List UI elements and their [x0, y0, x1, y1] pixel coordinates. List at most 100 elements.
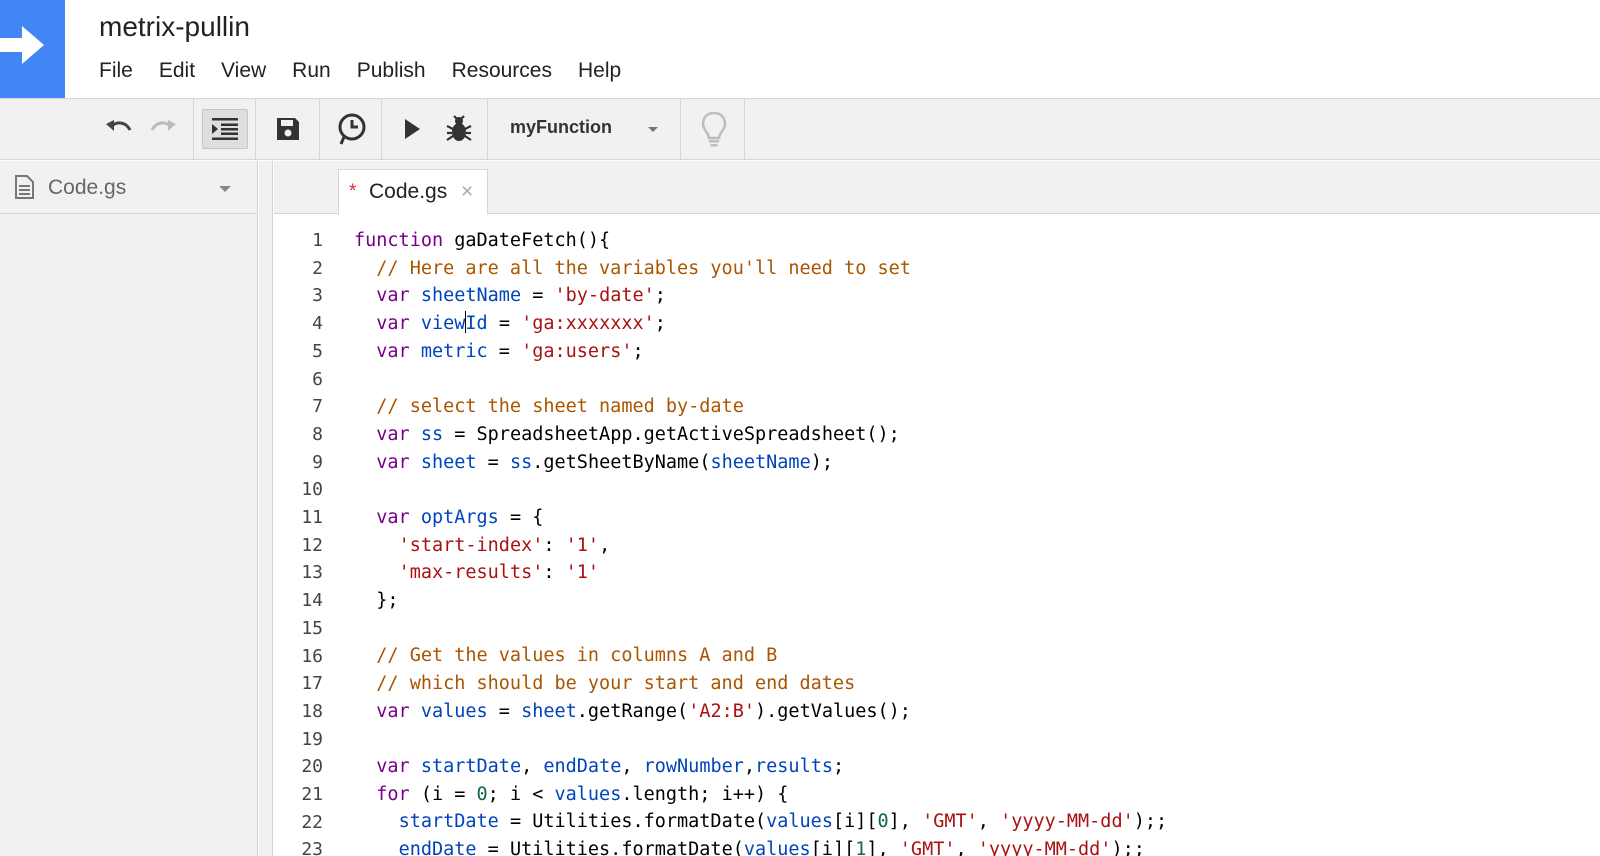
- code-token: 'GMT': [922, 811, 978, 833]
- panel-divider[interactable]: [259, 161, 273, 856]
- code-token: );;: [1133, 811, 1168, 833]
- code-token: 'by-date': [554, 285, 655, 307]
- chevron-down-icon[interactable]: [219, 186, 231, 192]
- code-line: var values = sheet.getRange('A2:B').getV…: [354, 698, 1167, 726]
- menu-run[interactable]: Run: [279, 56, 344, 86]
- code-token: sheetName: [710, 451, 811, 473]
- save-button[interactable]: [262, 99, 314, 159]
- menu-help[interactable]: Help: [565, 56, 634, 86]
- code-token: 'start-index': [398, 534, 544, 556]
- code-token: ).getValues();: [755, 700, 911, 722]
- line-number-gutter: 1 2 3 4 5 6 7 8 9 10 11 12 13 14 15 16 17 18 19 20 21 22 23: [274, 215, 328, 856]
- code-line: var startDate, endDate, rowNumber,result…: [354, 753, 1167, 781]
- code-token: var: [376, 423, 410, 445]
- redo-button[interactable]: [142, 99, 186, 159]
- triggers-button[interactable]: [326, 99, 378, 159]
- debug-button[interactable]: [436, 99, 482, 159]
- line-number: 13: [301, 562, 323, 584]
- code-token: =: [487, 313, 522, 335]
- code-token: 'max-results': [398, 562, 544, 584]
- line-number: 23: [301, 839, 323, 856]
- code-line: 'max-results': '1': [354, 559, 1167, 587]
- menu-edit[interactable]: Edit: [146, 56, 208, 86]
- code-token: var: [376, 506, 410, 528]
- file-item-label: Code.gs: [48, 176, 127, 199]
- menu-resources[interactable]: Resources: [439, 56, 565, 86]
- line-number: 21: [301, 784, 323, 805]
- code-token: =: [487, 340, 522, 362]
- app-logo[interactable]: [0, 0, 65, 98]
- tab-code-gs[interactable]: * Code.gs ×: [338, 169, 488, 215]
- menu-publish[interactable]: Publish: [344, 56, 439, 86]
- line-number: 12: [301, 534, 323, 556]
- file-sidebar: Code.gs: [0, 161, 258, 856]
- unsaved-marker-icon: *: [349, 181, 357, 202]
- code-token: :: [543, 534, 566, 556]
- code-token: = {: [498, 506, 544, 528]
- code-token: viewId: [420, 311, 488, 335]
- code-token: = Utilities.formatDate(: [498, 811, 767, 833]
- line-number: 16: [301, 645, 323, 667]
- indent-button[interactable]: [202, 99, 248, 159]
- code-line: for (i = 0; i < values.length; i++) {: [354, 781, 1167, 809]
- save-icon: [277, 118, 299, 140]
- chevron-down-icon: [648, 127, 658, 132]
- code-token: 0: [877, 811, 889, 833]
- line-number: 6: [312, 368, 323, 390]
- code-token: 'ga:users': [521, 340, 633, 362]
- code-editor[interactable]: 1 2 3 4 5 6 7 8 9 10 11 12 13 14 15 16 17 18 19 20 21 22 23 fu…: [274, 215, 1600, 856]
- code-token: // which should be your start and end da…: [376, 673, 856, 694]
- code-line: var metric = 'ga:users';: [354, 338, 1167, 366]
- undo-button[interactable]: [96, 99, 140, 159]
- code-token: values: [743, 839, 811, 856]
- code-token: );;: [1111, 839, 1145, 856]
- code-line: // Get the values in columns A and B: [354, 642, 1167, 670]
- code-token: =: [487, 700, 522, 722]
- project-title[interactable]: metrix-pullin: [99, 11, 250, 43]
- code-token: ],: [866, 839, 900, 856]
- code-token: var: [376, 700, 410, 722]
- code-token: for: [376, 783, 410, 805]
- run-icon: [405, 119, 420, 139]
- line-number: 11: [301, 507, 323, 528]
- code-token: ,: [955, 839, 978, 856]
- code-token: sheetName: [420, 285, 522, 307]
- close-icon[interactable]: ×: [461, 180, 473, 204]
- code-token: 'GMT': [899, 839, 956, 856]
- function-select[interactable]: myFunction: [488, 99, 679, 159]
- menu-file[interactable]: File: [86, 56, 146, 86]
- run-button[interactable]: [390, 99, 434, 159]
- line-number: 9: [312, 451, 323, 473]
- line-number: 1: [312, 230, 323, 251]
- code-token: 0: [476, 783, 488, 805]
- file-item-code-gs[interactable]: Code.gs: [0, 161, 257, 214]
- code-area[interactable]: function gaDateFetch(){ // Here are all …: [354, 227, 1167, 856]
- line-number: 5: [312, 340, 323, 362]
- code-line: 'start-index': '1',: [354, 532, 1167, 560]
- code-token: var: [376, 451, 410, 473]
- code-token: 'yyyy-MM-dd': [1000, 811, 1134, 833]
- code-token: startDate: [398, 811, 499, 833]
- code-token: sheet: [521, 700, 577, 722]
- code-token: metric: [420, 340, 488, 362]
- undo-icon: [106, 120, 132, 131]
- code-token: ,: [599, 534, 611, 556]
- code-line: var ss = SpreadsheetApp.getActiveSpreads…: [354, 421, 1167, 449]
- menu-view[interactable]: View: [208, 56, 279, 86]
- code-token: endDate: [543, 756, 622, 778]
- lightbulb-icon: [701, 111, 727, 147]
- code-token: =: [521, 285, 555, 307]
- line-number: 18: [301, 700, 323, 722]
- lightbulb-button[interactable]: [688, 99, 740, 159]
- code-token: ;: [654, 313, 666, 335]
